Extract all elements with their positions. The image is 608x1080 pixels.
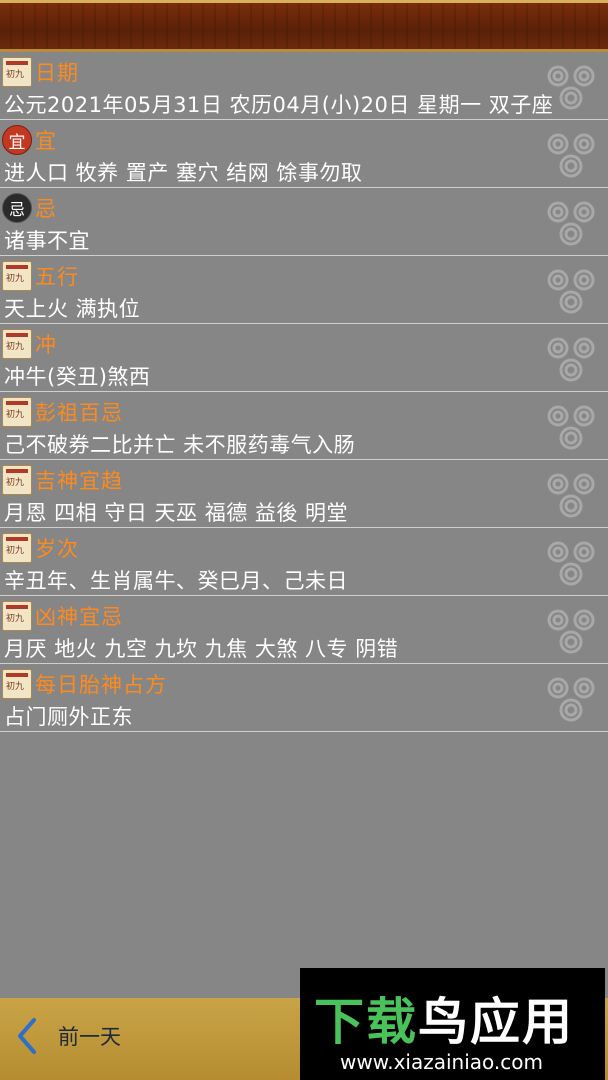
item-value: 辛丑年、生肖属牛、癸巳月、己未日 [4, 569, 348, 593]
calendar-book-icon [2, 261, 32, 291]
previous-day-button[interactable]: 前一天 [14, 1016, 121, 1056]
calendar-book-icon [2, 397, 32, 427]
list-item-wuxing: 五行 天上火 满执位 [0, 256, 608, 324]
item-value: 月厌 地火 九空 九坎 九焦 大煞 八专 阴错 [4, 637, 399, 661]
item-value: 己不破券二比并亡 未不服药毒气入肠 [4, 433, 356, 457]
item-value: 诸事不宜 [4, 229, 90, 253]
list-item-taishen: 每日胎神占方 占门厕外正东 [0, 664, 608, 732]
cloud-pattern-icon [547, 473, 595, 518]
list-item-suici: 岁次 辛丑年、生肖属牛、癸巳月、己未日 [0, 528, 608, 596]
calendar-book-icon [2, 533, 32, 563]
almanac-list: 日期 公元2021年05月31日 农历04月(小)20日 星期一 双子座 宜宜 … [0, 52, 608, 732]
list-item-ji: 忌忌 诸事不宜 [0, 188, 608, 256]
previous-day-label: 前一天 [58, 1025, 121, 1049]
item-title: 忌 [35, 197, 57, 221]
list-item-xiongshen: 凶神宜忌 月厌 地火 九空 九坎 九焦 大煞 八专 阴错 [0, 596, 608, 664]
ji-badge-icon: 忌 [2, 193, 32, 223]
cloud-pattern-icon [547, 541, 595, 586]
calendar-book-icon [2, 465, 32, 495]
item-value: 天上火 满执位 [4, 297, 141, 321]
item-title: 冲 [35, 333, 57, 357]
cloud-pattern-icon [547, 201, 595, 246]
item-value: 公元2021年05月31日 农历04月(小)20日 星期一 双子座 [4, 93, 554, 117]
item-title: 五行 [35, 265, 79, 289]
list-item-chong: 冲 冲牛(癸丑)煞西 [0, 324, 608, 392]
list-item-pengzu: 彭祖百忌 己不破券二比并亡 未不服药毒气入肠 [0, 392, 608, 460]
cloud-pattern-icon [547, 609, 595, 654]
cloud-pattern-icon [547, 405, 595, 450]
item-value: 冲牛(癸丑)煞西 [4, 365, 151, 389]
item-value: 进人口 牧养 置产 塞穴 结网 馀事勿取 [4, 161, 363, 185]
item-value: 占门厕外正东 [4, 705, 133, 729]
cloud-pattern-icon [547, 337, 595, 382]
calendar-book-icon [2, 669, 32, 699]
item-title: 日期 [35, 61, 79, 85]
item-title: 凶神宜忌 [35, 605, 123, 629]
cloud-pattern-icon [547, 677, 595, 722]
item-title: 吉神宜趋 [35, 469, 123, 493]
cloud-pattern-icon [547, 269, 595, 314]
item-title: 岁次 [35, 537, 79, 561]
top-header-bar [0, 0, 608, 52]
watermark-logo: 下载鸟应用 www.xiazainiao.com [300, 968, 605, 1080]
item-title: 彭祖百忌 [35, 401, 123, 425]
cloud-pattern-icon [547, 65, 595, 110]
calendar-book-icon [2, 329, 32, 359]
list-item-date: 日期 公元2021年05月31日 农历04月(小)20日 星期一 双子座 [0, 52, 608, 120]
yi-badge-icon: 宜 [2, 125, 32, 155]
item-value: 月恩 四相 守日 天巫 福德 益後 明堂 [4, 501, 349, 525]
list-item-jishen: 吉神宜趋 月恩 四相 守日 天巫 福德 益後 明堂 [0, 460, 608, 528]
watermark-url: www.xiazainiao.com [340, 1050, 543, 1074]
list-item-yi: 宜宜 进人口 牧养 置产 塞穴 结网 馀事勿取 [0, 120, 608, 188]
calendar-book-icon [2, 601, 32, 631]
item-title: 每日胎神占方 [35, 673, 167, 697]
item-title: 宜 [35, 129, 57, 153]
calendar-book-icon [2, 57, 32, 87]
watermark-brand: 下载鸟应用 [314, 993, 574, 1051]
chevron-left-icon [18, 1018, 36, 1054]
cloud-pattern-icon [547, 133, 595, 178]
